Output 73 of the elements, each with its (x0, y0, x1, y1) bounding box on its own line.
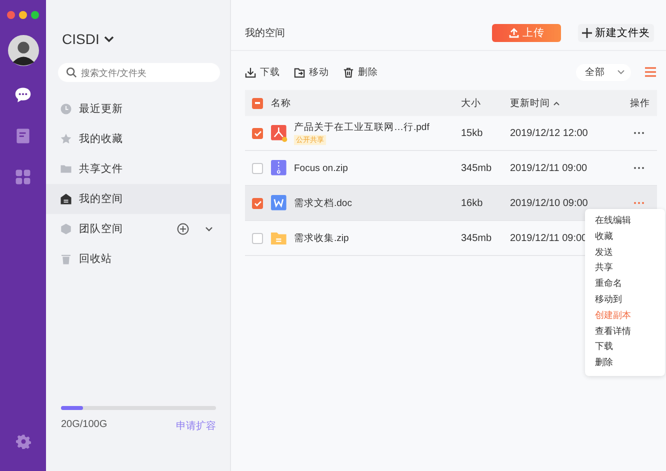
page-title: 我的空间 (245, 26, 286, 40)
nav-item[interactable]: 我的空间 (46, 184, 230, 214)
file-name[interactable]: 需求收集.zip (294, 232, 461, 244)
caret-icon (104, 35, 114, 43)
chevron-down-icon[interactable] (204, 225, 214, 233)
row-checkbox[interactable] (252, 198, 263, 208)
close-dot[interactable] (7, 11, 15, 19)
download-button[interactable]: 下载 (245, 66, 280, 78)
star-icon (60, 133, 72, 145)
trash-icon (343, 66, 354, 78)
nav-item[interactable]: 我的收藏 (46, 124, 230, 154)
search-field[interactable]: 搜索文件/文件夹 (58, 63, 220, 82)
update-time: 2019/12/12 12:00 (510, 128, 588, 138)
select-all-checkbox[interactable] (252, 98, 263, 108)
pdf-file-icon (271, 124, 288, 142)
cube-icon (60, 223, 72, 235)
nav-item[interactable]: 共享文件 (46, 154, 230, 184)
menu-item[interactable]: 删除 (585, 355, 665, 371)
clock-icon (60, 103, 72, 115)
nav-item[interactable]: 回收站 (46, 244, 230, 274)
column-header[interactable]: 更新时间 (510, 96, 620, 110)
column-header: 名称 (271, 96, 292, 110)
file-size: 15kb (461, 128, 484, 138)
apps-icon[interactable] (14, 168, 32, 186)
plus-icon (582, 28, 592, 38)
file-name[interactable]: 需求文档.doc (294, 196, 461, 210)
menu-item[interactable]: 下载 (585, 339, 665, 356)
more-icon[interactable] (633, 166, 645, 170)
org-switcher[interactable]: CISDI (46, 0, 114, 51)
upload-icon (508, 28, 518, 38)
menu-item[interactable]: 移动到 (585, 292, 665, 308)
nav-item[interactable]: 团队空间 (46, 214, 230, 244)
chevron-down-icon (617, 69, 625, 75)
new-folder-button[interactable]: 新建文件夹 (578, 24, 654, 42)
book-icon[interactable] (14, 127, 32, 145)
zip-file-icon (271, 160, 288, 176)
folder-icon (294, 66, 305, 78)
update-time: 2019/12/11 09:00 (510, 162, 588, 174)
filter-dropdown[interactable]: 全部 (576, 64, 631, 80)
folder-icon (60, 163, 72, 175)
nav-item[interactable]: 最近更新 (46, 94, 230, 124)
trash-icon (60, 253, 72, 265)
add-icon[interactable] (177, 223, 189, 235)
file-size: 16kb (461, 198, 484, 208)
move-button[interactable]: 移动 (294, 66, 329, 78)
minimize-dot[interactable] (19, 11, 27, 19)
menu-item[interactable]: 查看详情 (585, 324, 665, 340)
download-icon (245, 66, 256, 78)
column-header: 大小 (461, 96, 482, 110)
storage-reading: 20G/100G (61, 419, 108, 432)
menu-item[interactable]: 共享 (585, 260, 665, 276)
menu-icon[interactable] (645, 67, 656, 77)
row-checkbox[interactable] (252, 128, 263, 138)
row-checkbox[interactable] (252, 162, 263, 174)
column-header: 操作 (630, 96, 650, 110)
file-size: 345mb (461, 162, 493, 174)
menu-item[interactable]: 重命名 (585, 276, 665, 292)
avatar[interactable] (8, 35, 38, 66)
more-icon[interactable] (633, 131, 645, 135)
document-file-icon (271, 194, 288, 212)
file-size: 345mb (461, 232, 493, 244)
update-time: 2019/12/10 09:00 (510, 198, 588, 208)
row-checkbox[interactable] (252, 232, 263, 244)
search-icon (66, 67, 77, 78)
sort-icon (553, 100, 560, 106)
file-name[interactable]: 产品关于在工业互联网…行.pdf (294, 121, 461, 134)
folder-icon (271, 230, 288, 246)
maximize-dot[interactable] (31, 11, 39, 19)
file-name[interactable]: Focus on.zip (294, 162, 461, 174)
settings-icon[interactable] (16, 434, 30, 449)
chat-icon[interactable] (14, 86, 32, 104)
home-icon (60, 193, 72, 205)
delete-button[interactable]: 删除 (343, 66, 378, 78)
